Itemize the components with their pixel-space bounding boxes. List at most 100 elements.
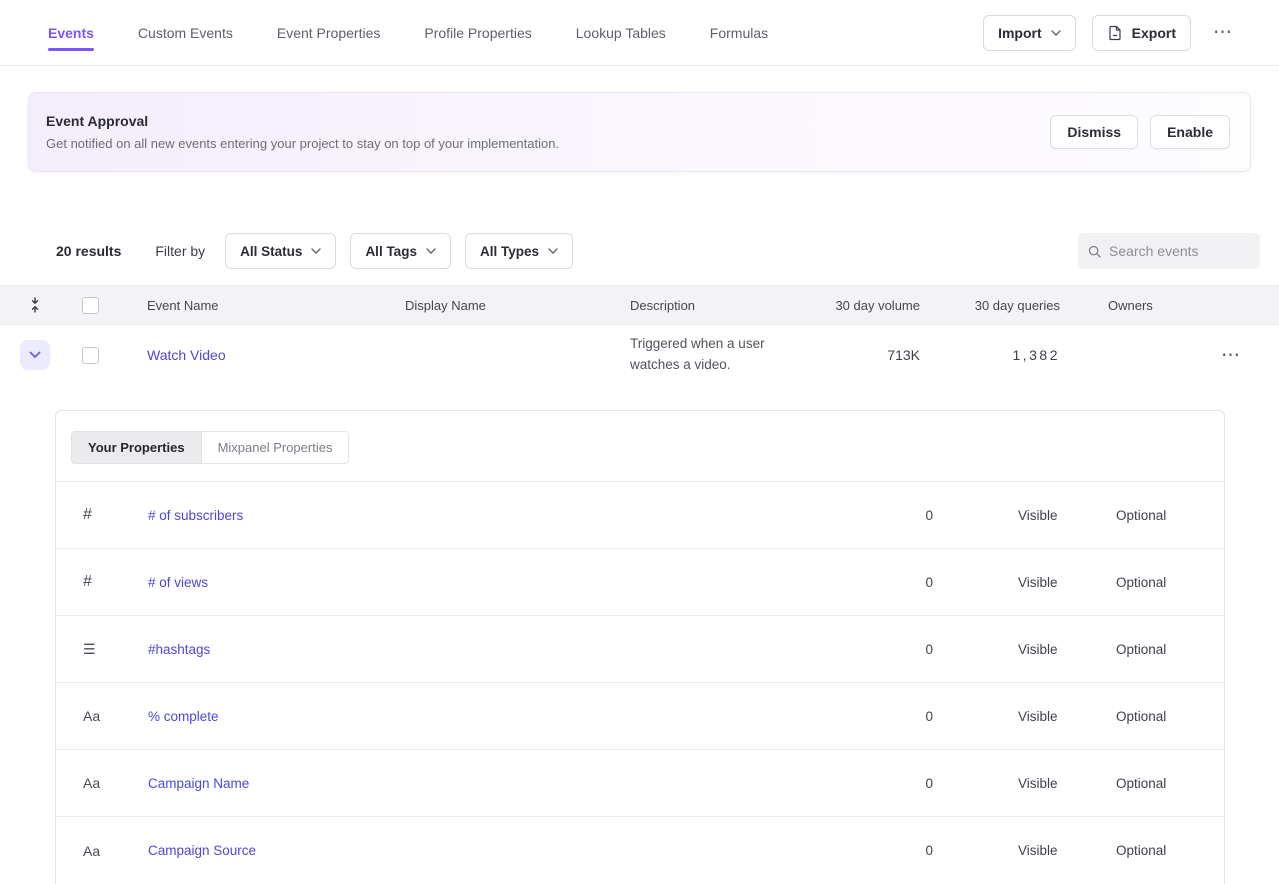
- property-value: 0: [925, 642, 933, 657]
- property-visibility: Visible: [933, 843, 1094, 858]
- enable-button[interactable]: Enable: [1150, 115, 1230, 149]
- types-filter-dropdown[interactable]: All Types: [465, 233, 573, 269]
- tab-your-properties[interactable]: Your Properties: [71, 431, 202, 464]
- nav-more-button[interactable]: ⋯: [1207, 19, 1239, 46]
- more-icon: ⋯: [1213, 22, 1233, 43]
- property-row: Aa % complete 0 Visible Optional: [56, 683, 1224, 750]
- event-approval-banner: Event Approval Get notified on all new e…: [28, 92, 1251, 172]
- property-row: # # of views 0 Visible Optional: [56, 549, 1224, 616]
- tab-formulas[interactable]: Formulas: [710, 25, 768, 41]
- property-value: 0: [925, 843, 933, 858]
- property-name-link[interactable]: Campaign Source: [148, 843, 256, 858]
- property-row: ☰ #hashtags 0 Visible Optional: [56, 616, 1224, 683]
- property-row: Aa Campaign Source 0 Visible Optional: [56, 817, 1224, 884]
- nav-tabs: Events Custom Events Event Properties Pr…: [48, 25, 983, 41]
- text-type-icon: Aa: [83, 708, 100, 724]
- search-input[interactable]: [1109, 243, 1250, 259]
- chevron-down-icon: [29, 351, 41, 359]
- property-requirement: Optional: [1094, 709, 1224, 724]
- property-requirement: Optional: [1094, 776, 1224, 791]
- search-box: [1078, 233, 1260, 269]
- export-file-icon: [1107, 25, 1123, 41]
- property-row: # # of subscribers 0 Visible Optional: [56, 482, 1224, 549]
- property-name-link[interactable]: #hashtags: [148, 642, 210, 657]
- column-30-day-queries: 30 day queries: [975, 298, 1060, 313]
- export-button-label: Export: [1132, 25, 1176, 41]
- banner-actions: Dismiss Enable: [1050, 115, 1230, 149]
- status-filter-dropdown[interactable]: All Status: [225, 233, 336, 269]
- dismiss-button[interactable]: Dismiss: [1050, 115, 1138, 149]
- event-30-day-volume: 713K: [887, 347, 920, 363]
- filter-row: 20 results Filter by All Status All Tags…: [56, 233, 1260, 269]
- property-visibility: Visible: [933, 642, 1094, 657]
- tab-custom-events[interactable]: Custom Events: [138, 25, 233, 41]
- nav-tab-label: Formulas: [710, 25, 768, 41]
- search-icon: [1088, 244, 1101, 259]
- list-type-icon: ☰: [83, 641, 96, 657]
- import-button-label: Import: [998, 25, 1042, 41]
- property-name-link[interactable]: # of subscribers: [148, 508, 243, 523]
- collapse-row-button[interactable]: [20, 340, 50, 370]
- property-value: 0: [925, 709, 933, 724]
- collapse-all-rows-icon[interactable]: [28, 297, 42, 313]
- property-requirement: Optional: [1094, 508, 1224, 523]
- nav-tab-label: Events: [48, 25, 94, 41]
- export-button[interactable]: Export: [1092, 15, 1191, 51]
- status-filter-label: All Status: [240, 244, 302, 259]
- property-list: # # of subscribers 0 Visible Optional # …: [56, 482, 1224, 884]
- import-button[interactable]: Import: [983, 15, 1076, 51]
- tab-profile-properties[interactable]: Profile Properties: [424, 25, 531, 41]
- column-owners: Owners: [1060, 298, 1160, 313]
- property-requirement: Optional: [1094, 642, 1224, 657]
- property-value: 0: [925, 575, 933, 590]
- chevron-down-icon: [311, 248, 321, 254]
- property-value: 0: [925, 508, 933, 523]
- top-navigation: Events Custom Events Event Properties Pr…: [0, 0, 1279, 66]
- property-name-link[interactable]: # of views: [148, 575, 208, 590]
- property-visibility: Visible: [933, 776, 1094, 791]
- event-row: Watch Video Triggered when a user watche…: [0, 325, 1279, 385]
- event-30-day-queries: 1,382: [1012, 347, 1060, 363]
- event-name-link[interactable]: Watch Video: [147, 347, 405, 363]
- results-count: 20 results: [56, 243, 121, 259]
- row-more-button[interactable]: ⋯: [1221, 344, 1279, 367]
- tab-mixpanel-properties[interactable]: Mixpanel Properties: [202, 431, 350, 464]
- event-description: Triggered when a user watches a video.: [630, 334, 820, 376]
- event-properties-panel: Your Properties Mixpanel Properties # # …: [55, 410, 1225, 884]
- chevron-down-icon: [548, 248, 558, 254]
- tags-filter-dropdown[interactable]: All Tags: [350, 233, 451, 269]
- property-row: Aa Campaign Name 0 Visible Optional: [56, 750, 1224, 817]
- property-name-link[interactable]: % complete: [148, 709, 219, 724]
- text-type-icon: Aa: [83, 843, 100, 859]
- nav-tab-label: Lookup Tables: [576, 25, 666, 41]
- number-type-icon: #: [83, 506, 92, 523]
- column-description: Description: [630, 298, 820, 313]
- column-event-name: Event Name: [147, 298, 405, 313]
- events-table-header: Event Name Display Name Description 30 d…: [0, 285, 1279, 325]
- property-name-link[interactable]: Campaign Name: [148, 776, 249, 791]
- property-requirement: Optional: [1094, 843, 1224, 858]
- tab-event-properties[interactable]: Event Properties: [277, 25, 381, 41]
- property-requirement: Optional: [1094, 575, 1224, 590]
- nav-actions: Import Export ⋯: [983, 15, 1239, 51]
- types-filter-label: All Types: [480, 244, 539, 259]
- banner-description: Get notified on all new events entering …: [46, 136, 1050, 151]
- property-visibility: Visible: [933, 709, 1094, 724]
- row-checkbox[interactable]: [82, 347, 99, 364]
- property-visibility: Visible: [933, 575, 1094, 590]
- text-type-icon: Aa: [83, 775, 100, 791]
- filter-by-label: Filter by: [155, 243, 205, 259]
- column-30-day-volume: 30 day volume: [835, 298, 920, 313]
- nav-tab-label: Custom Events: [138, 25, 233, 41]
- tags-filter-label: All Tags: [365, 244, 417, 259]
- property-visibility: Visible: [933, 508, 1094, 523]
- select-all-checkbox[interactable]: [82, 297, 99, 314]
- tab-events[interactable]: Events: [48, 25, 94, 41]
- banner-text: Event Approval Get notified on all new e…: [46, 113, 1050, 151]
- number-type-icon: #: [83, 573, 92, 590]
- chevron-down-icon: [1051, 30, 1061, 36]
- tab-lookup-tables[interactable]: Lookup Tables: [576, 25, 666, 41]
- property-value: 0: [925, 776, 933, 791]
- chevron-down-icon: [426, 248, 436, 254]
- column-display-name: Display Name: [405, 298, 630, 313]
